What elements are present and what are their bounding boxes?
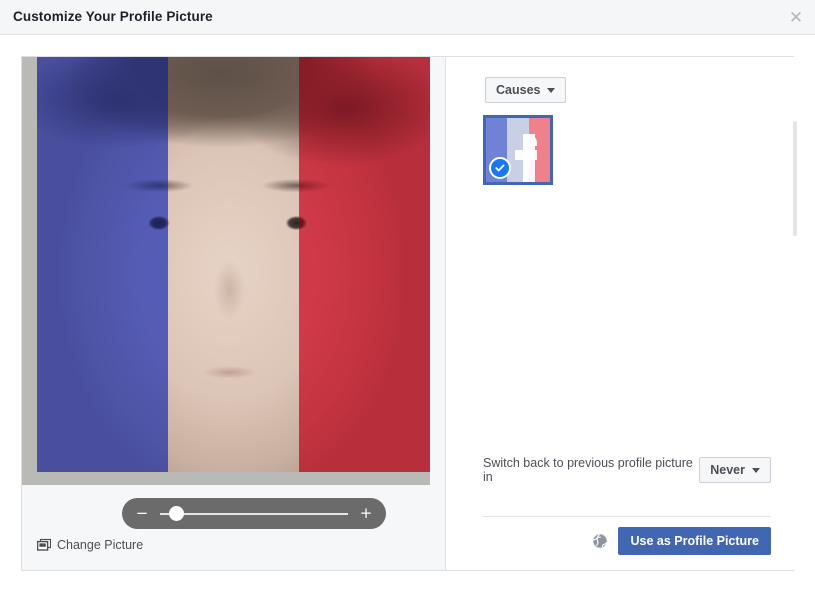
switch-back-duration-value: Never: [710, 463, 745, 477]
flag-band-red-highlight: [298, 57, 430, 472]
chevron-down-icon: [752, 467, 760, 473]
change-picture-button[interactable]: Change Picture: [36, 538, 144, 552]
switch-back-duration-dropdown[interactable]: Never: [699, 457, 771, 483]
facebook-f-icon: [514, 124, 540, 182]
frame-grid: [483, 115, 783, 185]
dialog-header: Customize Your Profile Picture ✕: [0, 0, 815, 35]
check-circle-icon: [489, 157, 511, 179]
photo-canvas[interactable]: [22, 57, 430, 485]
globe-icon[interactable]: [592, 533, 608, 549]
footer-actions: Use as Profile Picture: [592, 527, 771, 555]
category-dropdown-label: Causes: [496, 83, 541, 97]
category-dropdown[interactable]: Causes: [485, 77, 567, 103]
zoom-slider-track[interactable]: [160, 513, 348, 515]
dialog-scrollbar-thumb[interactable]: [793, 121, 797, 236]
frame-picker-pane: Causes Switch back to previous profile p…: [447, 57, 795, 570]
photo-image[interactable]: [37, 57, 430, 472]
zoom-in-button[interactable]: +: [355, 498, 377, 529]
change-picture-label: Change Picture: [57, 538, 144, 552]
photo-icon: [36, 538, 52, 552]
dialog-body: − + Change Picture Causes Switch back to…: [21, 56, 795, 571]
dialog-scrollbar[interactable]: [793, 56, 797, 571]
customize-profile-picture-dialog: Customize Your Profile Picture ✕ − + Cha…: [0, 0, 815, 589]
footer-divider: [483, 516, 771, 517]
frame-thumbnail-france[interactable]: [483, 115, 553, 185]
close-icon[interactable]: ✕: [786, 8, 806, 28]
zoom-slider-thumb[interactable]: [169, 506, 184, 521]
zoom-out-button[interactable]: −: [131, 498, 153, 529]
switch-back-row: Switch back to previous profile picture …: [483, 455, 771, 485]
flag-band-blue-highlight: [37, 57, 169, 472]
zoom-slider[interactable]: − +: [122, 498, 386, 529]
use-as-profile-picture-button[interactable]: Use as Profile Picture: [618, 527, 771, 555]
flag-band-white: [167, 57, 300, 472]
switch-back-label: Switch back to previous profile picture …: [483, 456, 693, 484]
dialog-title: Customize Your Profile Picture: [13, 9, 213, 24]
photo-editor-pane: − + Change Picture: [22, 57, 446, 570]
chevron-down-icon: [547, 87, 556, 93]
